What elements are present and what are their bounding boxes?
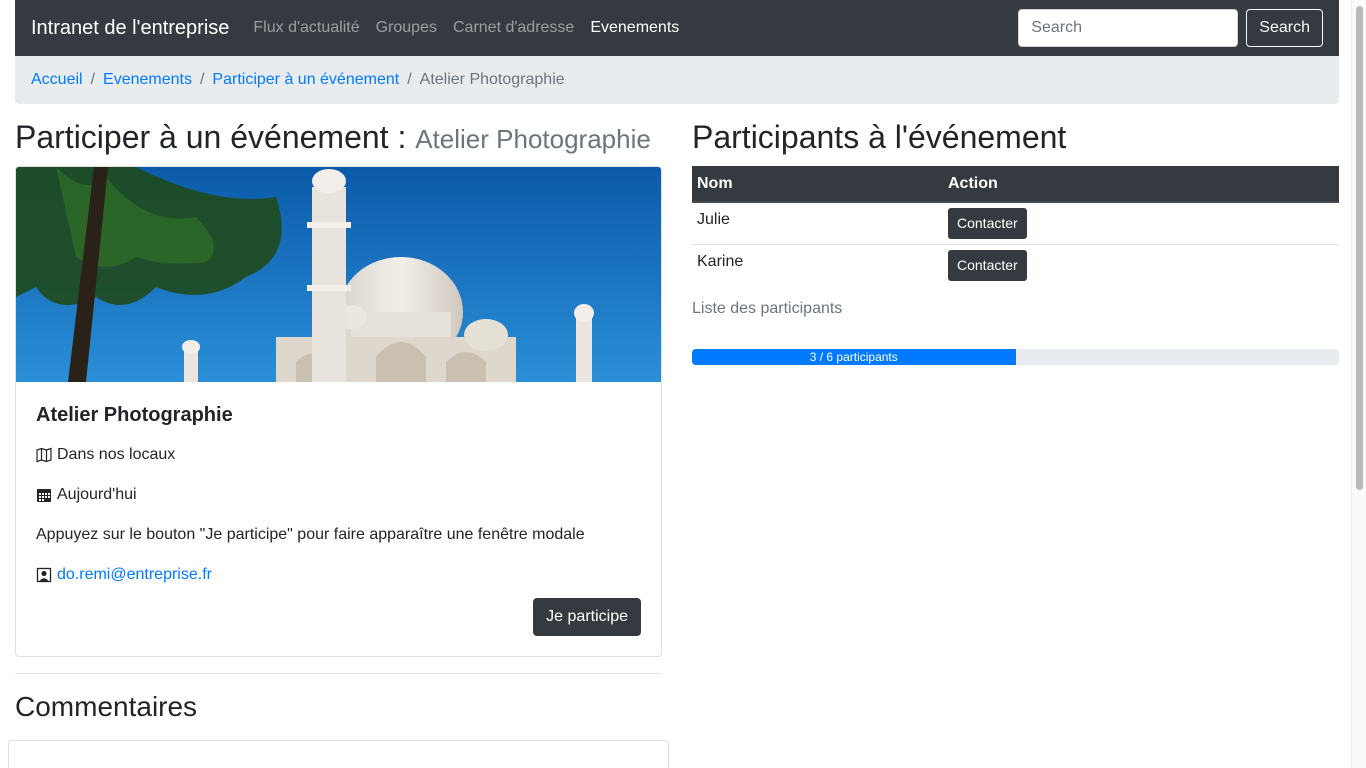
participant-name: Karine: [692, 243, 943, 286]
event-contact-email[interactable]: do.remi@entreprise.fr: [57, 563, 212, 587]
event-date-text: Aujourd'hui: [57, 486, 137, 503]
nav-link-evenements[interactable]: Evenements: [582, 19, 687, 37]
search-button[interactable]: Search: [1246, 9, 1323, 47]
calendar-icon: [37, 489, 51, 502]
comments-card: [8, 740, 669, 768]
event-card-body: Atelier Photographie Dans nos locaux Auj…: [36, 403, 641, 603]
nav-link-carnet[interactable]: Carnet d'adresse: [445, 19, 582, 37]
scrollbar-thumb[interactable]: [1356, 6, 1363, 490]
page-title-main: Participer à un événement :: [15, 119, 407, 155]
participate-button[interactable]: Je participe: [533, 598, 641, 636]
participants-progress-bar: 3 / 6 participants: [692, 349, 1016, 365]
participants-table: Nom Action Julie Contacter Karine Contac…: [692, 166, 1339, 286]
breadcrumb-current: Atelier Photographie: [419, 71, 565, 88]
participant-action-cell: Contacter: [943, 201, 1339, 244]
contact-button[interactable]: Contacter: [948, 249, 1027, 281]
event-image: [16, 167, 661, 382]
participants-progress: 3 / 6 participants: [692, 349, 1339, 365]
contact-button[interactable]: Contacter: [948, 207, 1027, 239]
event-date: Aujourd'hui: [36, 483, 641, 507]
top-navbar: Intranet de l'entreprise Flux d'actualit…: [15, 0, 1339, 56]
person-badge-icon: [36, 567, 52, 583]
comments-title: Commentaires: [15, 691, 198, 722]
event-description: Appuyez sur le bouton "Je participe" pou…: [36, 523, 641, 547]
breadcrumb-separator: /: [90, 71, 96, 88]
table-header-row: Nom Action: [692, 166, 1339, 203]
participant-name: Julie: [692, 201, 943, 244]
column-header-action: Action: [943, 166, 1339, 203]
page-title-sub: Atelier Photographie: [415, 124, 651, 154]
column-header-nom: Nom: [692, 166, 943, 203]
breadcrumb-participer[interactable]: Participer à un événement: [212, 71, 399, 89]
event-description-text: Appuyez sur le bouton "Je participe" pou…: [36, 526, 585, 543]
nav-link-groupes[interactable]: Groupes: [368, 19, 445, 37]
breadcrumb-evenements[interactable]: Evenements: [103, 71, 192, 89]
table-row: Karine Contacter: [692, 243, 1339, 286]
page-scrollbar[interactable]: [1351, 0, 1366, 768]
divider: [15, 673, 662, 674]
participants-list-label: Liste des participants: [692, 300, 843, 317]
breadcrumb-separator: /: [407, 71, 412, 88]
event-contact: do.remi@entreprise.fr: [36, 563, 641, 587]
search-input[interactable]: [1018, 9, 1239, 47]
page-title: Participer à un événement : Atelier Phot…: [15, 118, 651, 156]
event-location: Dans nos locaux: [36, 443, 641, 467]
map-icon: [36, 447, 52, 463]
participant-action-cell: Contacter: [943, 243, 1339, 286]
event-location-text: Dans nos locaux: [57, 446, 176, 463]
navbar-brand[interactable]: Intranet de l'entreprise: [31, 17, 229, 40]
breadcrumb-separator: /: [199, 71, 205, 88]
event-title: Atelier Photographie: [36, 404, 233, 426]
table-row: Julie Contacter: [692, 201, 1339, 244]
navbar-search-form: Search: [1018, 9, 1323, 47]
breadcrumb-accueil[interactable]: Accueil: [31, 71, 83, 89]
event-card: Atelier Photographie Dans nos locaux Auj…: [15, 166, 662, 657]
breadcrumb: Accueil / Evenements / Participer à un é…: [15, 56, 1339, 104]
participants-title: Participants à l'événement: [692, 119, 1067, 155]
nav-link-flux[interactable]: Flux d'actualité: [245, 19, 367, 37]
